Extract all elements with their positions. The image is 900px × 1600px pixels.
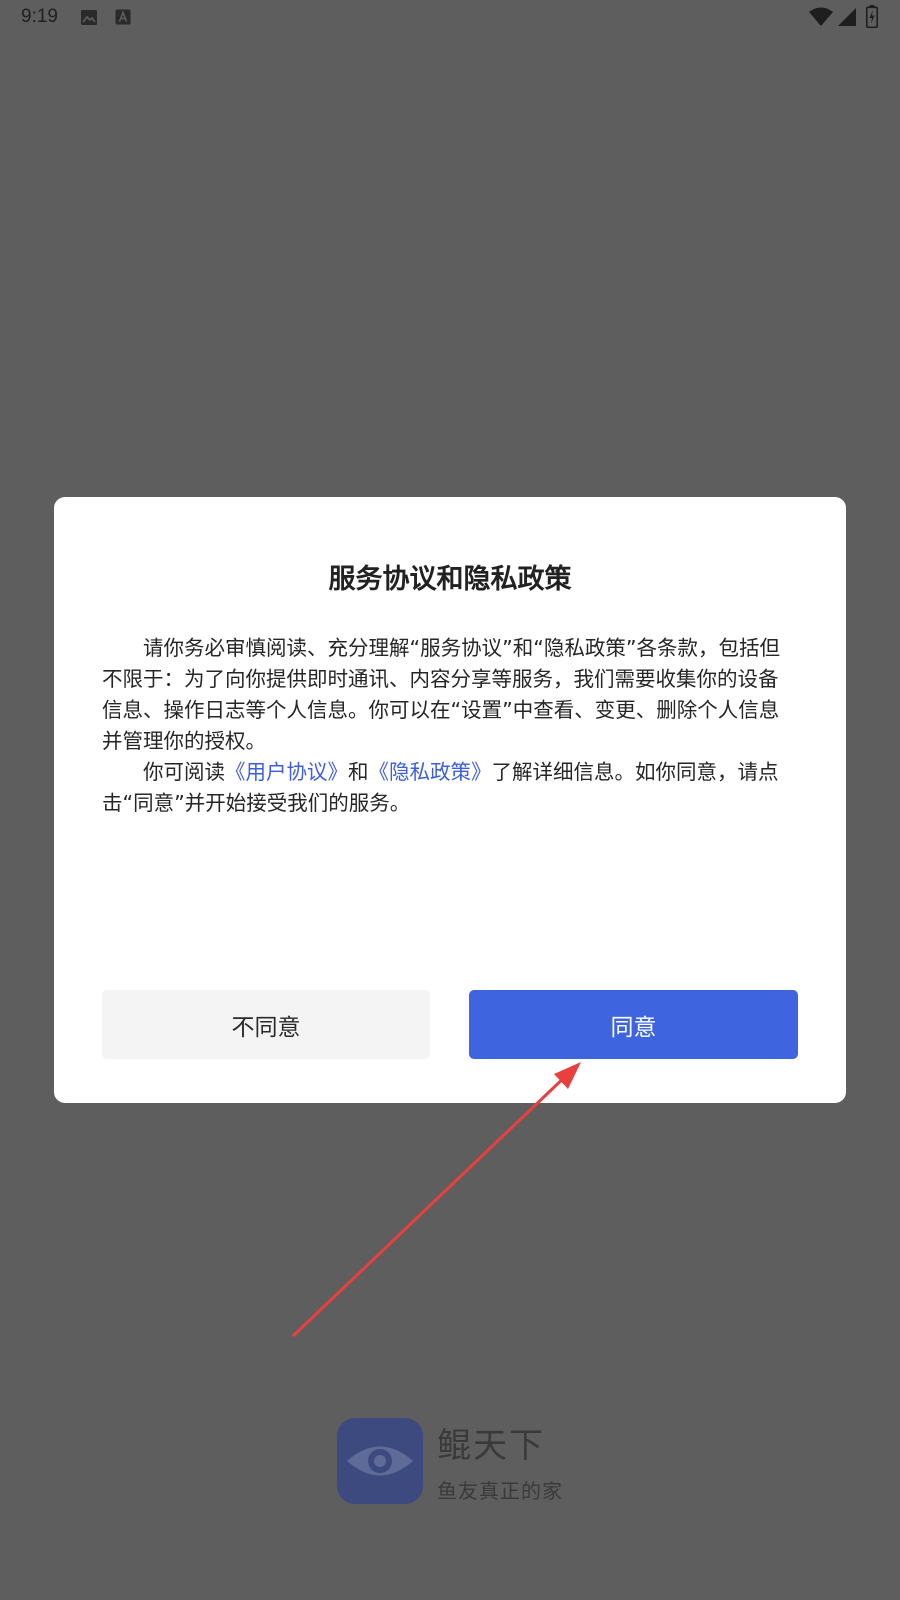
dialog-title: 服务协议和隐私政策	[328, 564, 572, 595]
user-agreement-link[interactable]: 《用户协议》	[225, 760, 348, 784]
app-name: 鲲天下	[437, 1426, 545, 1466]
privacy-dialog: 服务协议和隐私政策 请你务必审慎阅读、充分理解“服务协议”和“隐私政策”各条款，…	[54, 497, 846, 1103]
dialog-body: 请你务必审慎阅读、充分理解“服务协议”和“隐私政策”各条款，包括但不限于：为了向…	[102, 633, 795, 819]
photo-icon	[81, 10, 97, 25]
and-text: 和	[348, 760, 369, 784]
status-time: 9:19	[21, 6, 58, 27]
app-logo	[337, 1418, 423, 1504]
a-icon	[115, 9, 131, 25]
links-prefix-text: 你可阅读	[143, 760, 225, 784]
wifi-icon	[809, 7, 833, 26]
privacy-policy-link[interactable]: 《隐私政策》	[369, 760, 492, 784]
terms-paragraph: 请你务必审慎阅读、充分理解“服务协议”和“隐私政策”各条款，包括但不限于：为了向…	[102, 636, 780, 753]
disagree-button[interactable]: 不同意	[102, 990, 430, 1059]
links-paragraph: 你可阅读《用户协议》和《隐私政策》了解详细信息。如你同意，请点击“同意”并开始接…	[102, 757, 795, 819]
signal-icon	[838, 8, 856, 26]
agree-button[interactable]: 同意	[469, 990, 798, 1059]
eye-fish-icon	[347, 1446, 413, 1476]
battery-charging-icon	[866, 5, 878, 28]
status-bar: 9:19	[0, 0, 900, 36]
app-tagline: 鱼友真正的家	[437, 1479, 563, 1503]
